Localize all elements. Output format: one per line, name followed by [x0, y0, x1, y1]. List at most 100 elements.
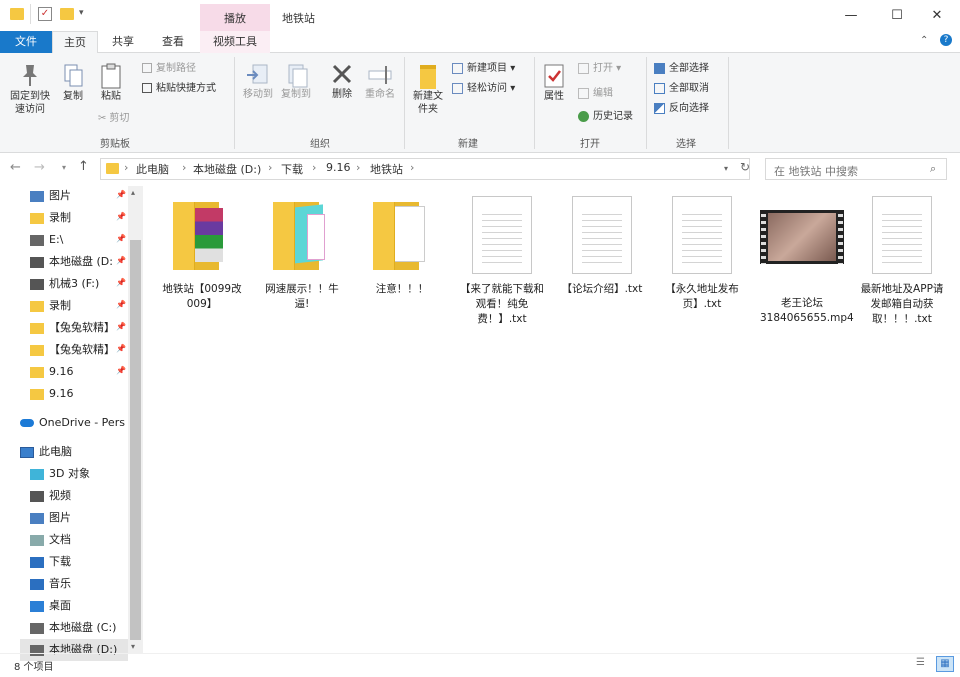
status-bar — [0, 653, 960, 677]
paste-button[interactable]: 粘贴 — [94, 62, 128, 103]
nav-pc-item[interactable]: 下载 — [30, 551, 71, 573]
copy-path-button[interactable]: 复制路径 — [142, 62, 196, 75]
select-all-button[interactable]: 全部选择 — [654, 62, 709, 75]
nav-quick-item[interactable]: 图片 — [30, 185, 71, 207]
file-item[interactable]: 注意！！！ — [360, 196, 444, 297]
cut-button[interactable]: ✂ 剪切 — [98, 112, 129, 125]
collapse-ribbon-icon[interactable]: ⌃ — [920, 35, 928, 46]
file-item[interactable]: 【永久地址发布页】.txt — [660, 196, 744, 312]
invert-selection-icon — [654, 102, 665, 114]
forward-arrow-icon[interactable]: → — [34, 160, 45, 175]
move-to-button[interactable]: 移动到 — [240, 62, 276, 101]
breadcrumb-current[interactable]: 地铁站 — [370, 161, 403, 177]
nav-quick-item-label: 9.16 — [49, 387, 74, 400]
tab-view[interactable]: 查看 — [150, 31, 196, 53]
paste-shortcut-button[interactable]: 粘贴快捷方式 — [142, 82, 216, 95]
file-item[interactable]: 【论坛介绍】.txt — [560, 196, 644, 297]
copy-button[interactable]: 复制 — [58, 62, 88, 103]
history-button[interactable]: 历史记录 — [578, 110, 633, 123]
nav-pc-item[interactable]: 图片 — [30, 507, 71, 529]
nav-onedrive[interactable]: OneDrive - Pers — [20, 412, 125, 434]
copy-to-button[interactable]: 复制到 — [278, 62, 314, 101]
pin-icon[interactable]: 📌 — [116, 234, 126, 243]
file-item[interactable]: 最新地址及APP请发邮箱自动获取！！！.txt — [860, 196, 944, 327]
file-item[interactable]: 地铁站【0099改009】 — [160, 196, 244, 312]
tab-play-context[interactable]: 播放 — [200, 4, 270, 31]
nav-quick-item[interactable]: 录制 — [30, 295, 71, 317]
properties-qat-icon[interactable]: ✓ — [38, 7, 52, 21]
pin-icon[interactable]: 📌 — [116, 190, 126, 199]
close-button[interactable]: ✕ — [914, 0, 960, 31]
nav-quick-item[interactable]: 机械3 (F:) — [30, 273, 99, 295]
minimize-button[interactable]: — — [828, 0, 874, 31]
nav-pc-item[interactable]: 文档 — [30, 529, 71, 551]
address-dropdown-icon[interactable]: ▾ — [724, 164, 728, 173]
file-item[interactable]: 【来了就能下载和观看！纯免费！】.txt — [460, 196, 544, 327]
easy-access-button[interactable]: 轻松访问 ▾ — [452, 82, 515, 95]
open-button[interactable]: 打开 ▾ — [578, 62, 621, 75]
delete-button[interactable]: 删除 — [326, 62, 358, 101]
pin-to-quick-access-button[interactable]: 固定到快速访问 — [6, 62, 54, 116]
folder-icon — [160, 196, 244, 276]
up-arrow-icon[interactable]: ↑ — [78, 159, 89, 174]
file-name: 老王论坛3184065655.mp4 — [760, 297, 854, 324]
tab-file[interactable]: 文件 — [0, 31, 52, 53]
nav-quick-item[interactable]: 录制 — [30, 207, 71, 229]
scroll-down-icon[interactable]: ▾ — [131, 642, 135, 651]
recent-locations-icon[interactable]: ▾ — [62, 163, 66, 172]
nav-quick-item-label: 本地磁盘 (D: — [49, 255, 113, 268]
search-input[interactable]: 在 地铁站 中搜索 — [765, 158, 947, 180]
breadcrumb-downloads[interactable]: 下载 — [281, 161, 303, 177]
nav-pc-item-label: 3D 对象 — [49, 467, 90, 480]
help-icon[interactable]: ? — [940, 34, 952, 46]
new-item-button[interactable]: 新建项目 ▾ — [452, 62, 515, 75]
nav-scrollbar-thumb[interactable] — [130, 240, 141, 640]
file-item[interactable]: 老王论坛3184065655.mp4 — [760, 196, 854, 326]
new-folder-qat-icon[interactable] — [60, 8, 74, 20]
pin-icon[interactable]: 📌 — [116, 322, 126, 331]
nav-quick-item[interactable]: E:\ — [30, 229, 63, 251]
nav-pc-item[interactable]: 音乐 — [30, 573, 71, 595]
large-icons-view-icon[interactable]: ▦ — [936, 656, 954, 672]
refresh-icon[interactable]: ↻ — [740, 160, 750, 174]
nav-quick-item[interactable]: 【兔兔软精】 — [30, 317, 115, 339]
paste-shortcut-label: 粘贴快捷方式 — [156, 83, 216, 94]
rename-button[interactable]: 重命名 — [362, 62, 398, 101]
customize-qat-icon[interactable]: ▾ — [79, 8, 84, 18]
select-none-button[interactable]: 全部取消 — [654, 82, 709, 95]
tab-home[interactable]: 主页 — [52, 31, 98, 53]
details-view-icon[interactable]: ☰ — [916, 657, 930, 671]
back-arrow-icon[interactable]: ← — [10, 160, 21, 175]
breadcrumb-9-16[interactable]: 9.16 — [326, 161, 351, 174]
nav-pc-item[interactable]: 3D 对象 — [30, 463, 90, 485]
pin-icon[interactable]: 📌 — [116, 300, 126, 309]
pin-icon[interactable]: 📌 — [116, 278, 126, 287]
new-folder-button[interactable]: 新建文件夹 — [410, 62, 446, 116]
nav-pc-item[interactable]: 桌面 — [30, 595, 71, 617]
scroll-up-icon[interactable]: ▴ — [131, 188, 135, 197]
tab-video-tools[interactable]: 视频工具 — [200, 31, 270, 53]
pin-icon[interactable]: 📌 — [116, 212, 126, 221]
text-file-icon — [860, 196, 944, 276]
folder-icon — [30, 300, 44, 312]
nav-pc-item[interactable]: 本地磁盘 (C:) — [30, 617, 116, 639]
breadcrumb-this-pc[interactable]: 此电脑 — [136, 161, 169, 177]
breadcrumb-drive-d[interactable]: 本地磁盘 (D:) — [193, 161, 261, 177]
properties-button[interactable]: 属性 — [538, 62, 570, 103]
pin-icon[interactable]: 📌 — [116, 256, 126, 265]
invert-selection-button[interactable]: 反向选择 — [654, 102, 709, 115]
tab-share[interactable]: 共享 — [100, 31, 146, 53]
breadcrumb-separator: › — [312, 161, 317, 174]
nav-quick-item[interactable]: 【兔兔软精】 — [30, 339, 115, 361]
nav-pc-item[interactable]: 视频 — [30, 485, 71, 507]
nav-quick-item[interactable]: 9.16 — [30, 383, 74, 405]
file-item[interactable]: 网速展示！！牛逼! — [260, 196, 344, 312]
nav-this-pc[interactable]: 此电脑 — [20, 441, 72, 463]
nav-quick-item[interactable]: 9.16 — [30, 361, 74, 383]
pin-icon[interactable]: 📌 — [116, 344, 126, 353]
pin-icon[interactable]: 📌 — [116, 366, 126, 375]
nav-quick-item[interactable]: 本地磁盘 (D: — [30, 251, 113, 273]
select-group-label: 选择 — [676, 139, 696, 150]
edit-button[interactable]: 编辑 — [578, 87, 613, 100]
chevron-down-icon: ▾ — [510, 83, 516, 94]
